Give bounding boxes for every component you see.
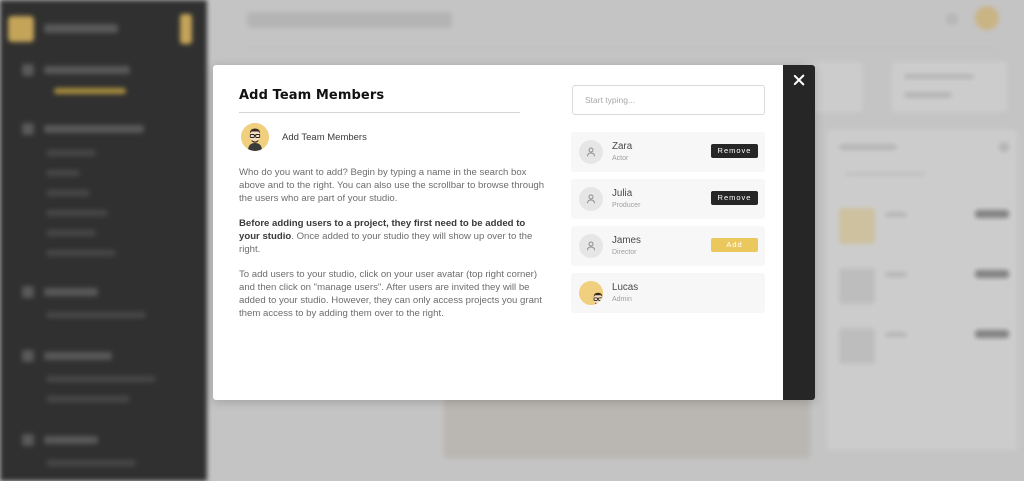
list-item: Zara Actor Remove [571, 132, 765, 172]
avatar [579, 234, 603, 258]
user-icon [587, 241, 595, 251]
instructions-paragraph: Before adding users to a project, they f… [239, 217, 547, 256]
user-icon [587, 147, 595, 157]
modal-title: Add Team Members [239, 88, 385, 103]
remove-member-button[interactable]: Remove [711, 144, 758, 158]
remove-member-button[interactable]: Remove [711, 191, 758, 205]
instructions-paragraph: Who do you want to add? Begin by typing … [239, 167, 545, 204]
add-member-button[interactable]: Add [711, 238, 758, 252]
list-item: Julia Producer Remove [571, 179, 765, 219]
user-icon [587, 194, 595, 204]
close-strip [783, 65, 815, 400]
section-label: Add Team Members [282, 132, 367, 143]
avatar-illustration-icon [241, 123, 269, 151]
member-role: Admin [612, 296, 632, 303]
avatar [579, 281, 603, 305]
member-name: James [612, 235, 641, 246]
member-name: Julia [612, 188, 633, 199]
member-role: Producer [612, 202, 641, 209]
avatar [579, 187, 603, 211]
member-name: Zara [612, 141, 633, 152]
member-name: Lucas [612, 282, 639, 293]
member-role: Actor [612, 155, 629, 162]
close-icon[interactable] [792, 73, 806, 87]
member-role: Director [612, 249, 637, 256]
title-divider [239, 112, 520, 113]
add-team-members-modal: Add Team Members Add Team Members Who do… [213, 65, 815, 400]
member-list: Zara Actor Remove Julia Producer Remove [571, 132, 765, 320]
instructions-paragraph: To add users to your studio, click on yo… [239, 269, 542, 319]
avatar-illustration-icon [586, 288, 603, 305]
list-item: Lucas Admin [571, 273, 765, 313]
avatar [579, 140, 603, 164]
search-input[interactable] [572, 85, 765, 115]
list-item: James Director Add [571, 226, 765, 266]
